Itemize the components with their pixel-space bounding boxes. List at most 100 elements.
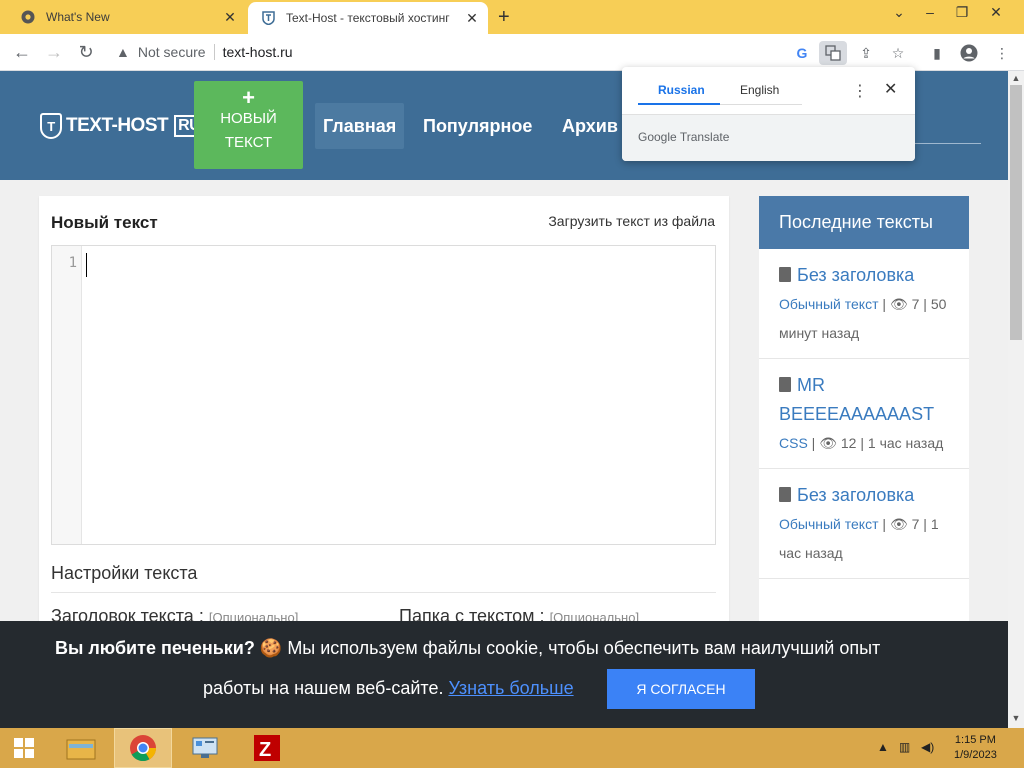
divider <box>51 592 716 593</box>
page-scrollbar[interactable]: ▲ ▼ <box>1008 71 1024 728</box>
minimize-icon[interactable]: – <box>918 4 942 20</box>
filezilla-icon: Z <box>254 735 280 761</box>
document-icon <box>779 267 791 282</box>
sidebar-heading: Последние тексты <box>759 196 969 249</box>
logo-text: TEXT-HOST <box>66 115 169 136</box>
new-text-label-2: ТЕКСТ <box>224 134 273 151</box>
tab-title: What's New <box>46 10 110 24</box>
tab-search-icon[interactable]: ⌄ <box>887 4 911 21</box>
syntax-link[interactable]: Обычный текст <box>779 296 879 312</box>
view-count: 12 <box>840 435 857 451</box>
view-count: 7 <box>911 516 920 532</box>
address-bar[interactable]: ▲ Not secure text-host.ru <box>116 44 293 60</box>
code-editor[interactable]: 1 <box>51 245 716 545</box>
cookie-text-line2: работы на нашем веб-сайте. Узнать больше <box>203 678 574 699</box>
translate-popup: Russian English ⋮ ✕ Google Translate <box>622 67 915 161</box>
security-label: Not secure <box>137 44 206 60</box>
new-text-label-1: НОВЫЙ <box>220 110 277 127</box>
back-icon[interactable]: ← <box>11 42 33 63</box>
warning-icon: ▲ <box>116 44 130 60</box>
close-tab-icon[interactable]: ✕ <box>220 9 240 26</box>
nav-archive[interactable]: Архив <box>554 103 626 149</box>
svg-text:Z: Z <box>259 739 271 761</box>
google-icon[interactable]: G <box>792 43 812 63</box>
network-icon[interactable]: ▥ <box>899 740 910 754</box>
scroll-down-icon[interactable]: ▼ <box>1008 713 1024 723</box>
document-icon <box>779 377 791 392</box>
scroll-up-icon[interactable]: ▲ <box>1008 73 1024 83</box>
cookie-icon: 🍪 <box>259 638 283 658</box>
line-number: 1 <box>68 255 77 271</box>
recent-text-title: MR BEEEEAAAAAAST <box>779 375 935 424</box>
site-logo[interactable]: T TEXT-HOST RU <box>40 113 205 139</box>
settings-title: Настройки текста <box>51 563 198 583</box>
learn-more-link[interactable]: Узнать больше <box>448 678 573 698</box>
scrollbar-thumb[interactable] <box>1010 85 1022 340</box>
eye-icon: 👁 <box>889 516 908 532</box>
google-translate-brand: Google Translate <box>638 130 730 144</box>
accept-cookies-button[interactable]: Я СОГЛАСЕН <box>607 669 755 709</box>
recent-text-meta: Обычный текст | 👁 7 | 1 час назад <box>779 516 939 561</box>
recent-text-title: Без заголовка <box>797 485 915 505</box>
show-hidden-icons-icon[interactable]: ▲ <box>877 740 889 754</box>
separator <box>213 44 215 60</box>
syntax-link[interactable]: CSS <box>779 435 808 451</box>
new-tab-icon[interactable]: + <box>498 6 510 29</box>
logo-shield-icon: T <box>40 113 62 139</box>
chrome-icon <box>20 9 36 25</box>
cookie-heading: Вы любите печеньки? <box>55 638 255 658</box>
bookmark-star-icon[interactable]: ☆ <box>888 43 908 63</box>
selected-tab-indicator <box>638 103 720 105</box>
profile-icon[interactable] <box>959 43 979 63</box>
filezilla-button[interactable]: Z <box>238 728 296 768</box>
nav-home[interactable]: Главная <box>315 103 405 149</box>
system-clock[interactable]: 1:15 PM 1/9/2023 <box>954 733 997 763</box>
file-explorer-button[interactable] <box>52 728 110 768</box>
control-panel-icon <box>192 737 218 758</box>
recent-text-link[interactable]: Без заголовка <box>779 481 949 510</box>
list-item: MR BEEEEAAAAAAST CSS | 👁 12 | 1 час наза… <box>759 359 969 469</box>
side-panel-icon[interactable]: ▮ <box>927 43 947 63</box>
share-icon[interactable]: ⇪ <box>856 43 876 63</box>
close-tab-icon[interactable]: ✕ <box>462 10 482 27</box>
nav-popular[interactable]: Популярное <box>415 103 540 149</box>
clock-time: 1:15 PM <box>954 734 996 746</box>
close-window-icon[interactable]: ✕ <box>984 4 1008 21</box>
browser-toolbar: ← → ↻ ▲ Not secure text-host.ru G ⇪ ☆ ▮ … <box>0 34 1024 71</box>
translate-icon[interactable] <box>819 41 847 65</box>
recent-text-title: Без заголовка <box>797 265 915 285</box>
tab-whats-new[interactable]: What's New ✕ <box>8 0 246 34</box>
list-item: Без заголовка Обычный текст | 👁 7 | 50 м… <box>759 249 969 359</box>
plus-icon: + <box>242 85 255 110</box>
recent-text-link[interactable]: MR BEEEEAAAAAAST <box>779 371 949 429</box>
windows-icon <box>14 738 34 758</box>
translate-tab-russian[interactable]: Russian <box>658 83 705 97</box>
forward-icon[interactable]: → <box>43 42 65 63</box>
url-text: text-host.ru <box>222 44 293 60</box>
start-button[interactable] <box>0 728 48 768</box>
tab-divider <box>720 104 802 105</box>
restore-icon[interactable]: ❐ <box>950 4 974 21</box>
menu-icon[interactable]: ⋮ <box>992 43 1012 63</box>
chrome-icon <box>130 735 157 762</box>
translate-tab-english[interactable]: English <box>740 83 779 97</box>
syntax-link[interactable]: Обычный текст <box>779 516 879 532</box>
cookie-text-line1: Вы любите печеньки? 🍪 Мы используем файл… <box>55 638 880 659</box>
tab-text-host[interactable]: Text-Host - текстовый хостинг ✕ <box>248 2 488 34</box>
text-host-favicon-icon <box>260 10 276 26</box>
chrome-taskbar-button[interactable] <box>114 728 172 768</box>
reload-icon[interactable]: ↻ <box>75 42 97 63</box>
cookie-message-2: работы на нашем веб-сайте. <box>203 678 444 698</box>
recent-text-link[interactable]: Без заголовка <box>779 261 949 290</box>
more-options-icon[interactable]: ⋮ <box>852 81 868 101</box>
new-text-button[interactable]: + НОВЫЙ ТЕКСТ <box>194 81 303 169</box>
search-input[interactable] <box>912 143 981 144</box>
close-icon[interactable]: ✕ <box>884 79 897 99</box>
clock-date: 1/9/2023 <box>954 749 997 761</box>
document-icon <box>779 487 791 502</box>
volume-icon[interactable]: ◀) <box>921 740 934 754</box>
control-panel-button[interactable] <box>176 728 234 768</box>
upload-from-file-link[interactable]: Загрузить текст из файла <box>548 213 715 229</box>
tab-strip: What's New ✕ Text-Host - текстовый хости… <box>0 0 1024 34</box>
translate-footer: Google Translate <box>622 114 915 161</box>
